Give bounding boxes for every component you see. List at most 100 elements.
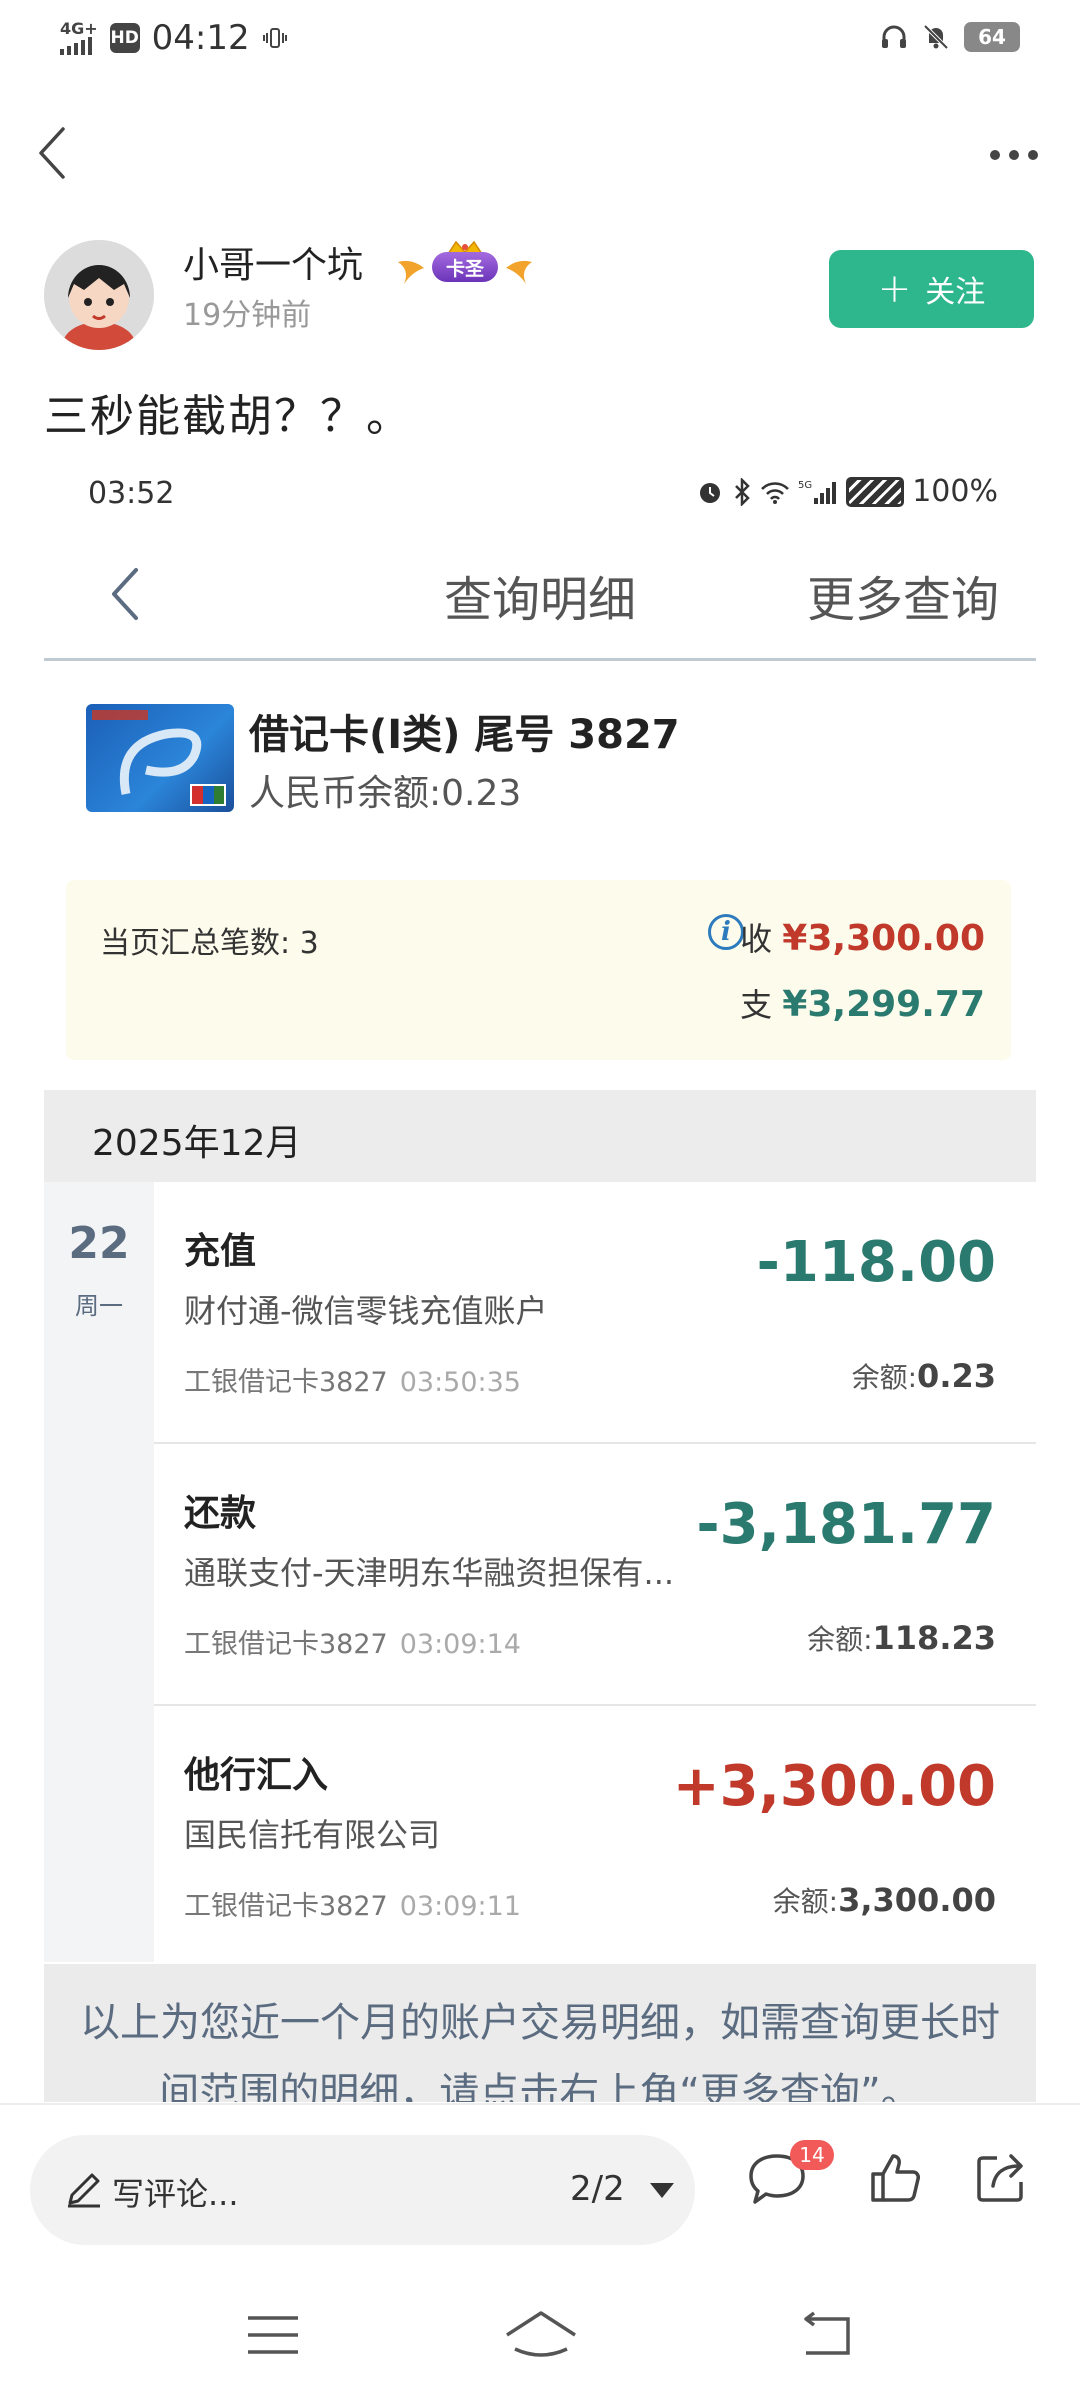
- avatar[interactable]: [44, 240, 154, 350]
- more-options-button[interactable]: [974, 135, 1054, 175]
- transaction-amount: +3,300.00: [672, 1754, 996, 1819]
- transaction-balance: 余额:118.23: [807, 1618, 996, 1658]
- transaction-balance: 余额:3,300.00: [773, 1880, 996, 1920]
- vibrate-icon: [262, 28, 287, 48]
- summary-panel: 当页汇总笔数: 3 i 收 ¥3,300.00 支 ¥3,299.77: [66, 880, 1011, 1060]
- footer-note: 以上为您近一个月的账户交易明细，如需查询更长时间范围的明细，请点击右上角“更多查…: [44, 1964, 1036, 2102]
- chevron-left-icon: [112, 568, 138, 620]
- author-badge: 卡圣: [390, 240, 540, 296]
- signal-5g-icon: 5G: [798, 480, 837, 504]
- caret-down-icon[interactable]: [650, 2183, 674, 2198]
- more-dot-icon: [990, 150, 1000, 160]
- date-column: 22 周一: [44, 1182, 154, 1962]
- hd-icon: HD: [109, 23, 140, 53]
- transaction-type: 他行汇入: [184, 1755, 329, 1796]
- comment-placeholder: 写评论...: [112, 2175, 239, 2213]
- follow-button[interactable]: + 关注: [829, 250, 1034, 328]
- pencil-icon: [68, 2173, 100, 2208]
- status-bar: 4G+ HD 04:12 64: [0, 0, 1080, 80]
- detail-back-icon: [94, 554, 154, 634]
- status-time: 04:12: [151, 18, 250, 58]
- card-title: 借记卡(I类) 尾号 3827: [249, 712, 680, 758]
- info-icon: i: [708, 914, 744, 950]
- svg-text:5G: 5G: [798, 480, 812, 491]
- transaction-card: 工银借记卡3827 03:50:35: [184, 1360, 521, 1399]
- wifi-icon: [761, 481, 790, 504]
- image-battery-icon: [846, 476, 905, 507]
- income-label: 收: [740, 920, 773, 958]
- transaction-card-name: 工银借记卡3827: [184, 1629, 388, 1660]
- status-left: 4G+ HD 04:12: [60, 18, 288, 58]
- date-day: 22: [68, 1218, 130, 1269]
- expense-label: 支: [740, 986, 773, 1024]
- balance-label: 余额:: [851, 1361, 918, 1394]
- transaction-card: 工银借记卡3827 03:09:11: [184, 1884, 521, 1923]
- network-type: 4G+: [60, 19, 98, 38]
- transaction-row: 还款 通联支付-天津明东华融资担保有... 工银借记卡3827 03:09:14 …: [154, 1444, 1036, 1706]
- signal-indicator: 4G+: [60, 21, 98, 55]
- chevron-left-icon: [39, 127, 65, 179]
- transaction-time: 03:09:11: [399, 1891, 521, 1922]
- badge-label: 卡圣: [432, 252, 498, 282]
- transaction-amount: -3,181.77: [696, 1492, 996, 1557]
- share-button[interactable]: [966, 2143, 1036, 2213]
- balance-value: 118.23: [872, 1619, 996, 1657]
- bluetooth-icon: [735, 477, 750, 506]
- balance-value: 0.23: [917, 1357, 996, 1395]
- post-time: 19分钟前: [183, 298, 312, 333]
- transaction-desc: 通联支付-天津明东华融资担保有...: [184, 1554, 675, 1592]
- more-dot-icon: [1009, 150, 1019, 160]
- summary-income: 收 ¥3,300.00: [740, 914, 985, 960]
- page-indicator[interactable]: 2/2: [570, 2169, 625, 2209]
- post-text: 三秒能截胡？？。: [44, 391, 412, 442]
- transaction-row: 他行汇入 国民信托有限公司 工银借记卡3827 03:09:11 +3,300.0…: [154, 1706, 1036, 1968]
- mute-bell-icon: [923, 24, 949, 50]
- battery-indicator: 64: [964, 22, 1020, 52]
- image-status-icons: 5G 100%: [696, 474, 998, 509]
- nav-menu-button[interactable]: [228, 2300, 318, 2370]
- month-label: 2025年12月: [92, 1123, 302, 1164]
- nav-home-button[interactable]: [496, 2300, 586, 2370]
- alarm-icon: [700, 482, 721, 503]
- follow-label: 关注: [925, 275, 986, 310]
- card-logo-icon: [92, 710, 226, 806]
- like-button[interactable]: [860, 2143, 930, 2213]
- post-image[interactable]: 03:52 5G 100% 查询明细 更多查询 借记卡(I类) 尾号 3827 …: [44, 462, 1036, 2102]
- more-query-link: 更多查询: [806, 572, 999, 628]
- transaction-card-name: 工银借记卡3827: [184, 1367, 388, 1398]
- transaction-card: 工银借记卡3827 03:09:14: [184, 1622, 521, 1661]
- transaction-desc: 财付通-微信零钱充值账户: [184, 1292, 548, 1330]
- avatar-image: [44, 240, 154, 350]
- plus-icon: +: [877, 266, 912, 312]
- card-balance: 人民币余额:0.23: [249, 773, 522, 814]
- summary-count: 当页汇总笔数: 3: [100, 926, 319, 961]
- menu-icon: [248, 2316, 298, 2354]
- month-header: 2025年12月: [44, 1090, 1036, 1182]
- share-icon: [977, 2154, 1023, 2202]
- more-dot-icon: [1028, 150, 1038, 160]
- back-button[interactable]: [22, 118, 82, 188]
- nav-back-button[interactable]: [780, 2300, 870, 2370]
- transaction-balance: 余额:0.23: [852, 1356, 996, 1396]
- expense-amount: ¥3,299.77: [782, 984, 985, 1025]
- balance-label: 余额:: [772, 1885, 839, 1918]
- balance-value: 3,300.00: [838, 1881, 996, 1919]
- signal-icon: [60, 37, 92, 55]
- transaction-desc: 国民信托有限公司: [184, 1816, 441, 1854]
- comment-count-badge: 14: [790, 2140, 834, 2170]
- income-amount: ¥3,300.00: [782, 918, 985, 959]
- bank-card-image: [86, 704, 234, 812]
- footer-note-text: 以上为您近一个月的账户交易明细，如需查询更长时间范围的明细，请点击右上角“更多查…: [80, 2000, 1000, 2102]
- bottom-action-bar: 写评论... 2/2 14: [0, 2103, 1080, 2255]
- status-right: 64: [880, 22, 1020, 52]
- transaction-type: 充值: [184, 1231, 257, 1272]
- divider: [44, 658, 1036, 661]
- image-battery-text: 100%: [912, 474, 998, 509]
- back-arrow-icon: [804, 2311, 850, 2355]
- author-name[interactable]: 小哥一个坑: [183, 236, 363, 288]
- comment-input[interactable]: 写评论... 2/2: [30, 2135, 695, 2245]
- summary-expense: 支 ¥3,299.77: [740, 980, 985, 1026]
- thumbs-up-icon: [871, 2154, 920, 2202]
- home-icon: [506, 2311, 576, 2357]
- image-status-time: 03:52: [88, 476, 175, 511]
